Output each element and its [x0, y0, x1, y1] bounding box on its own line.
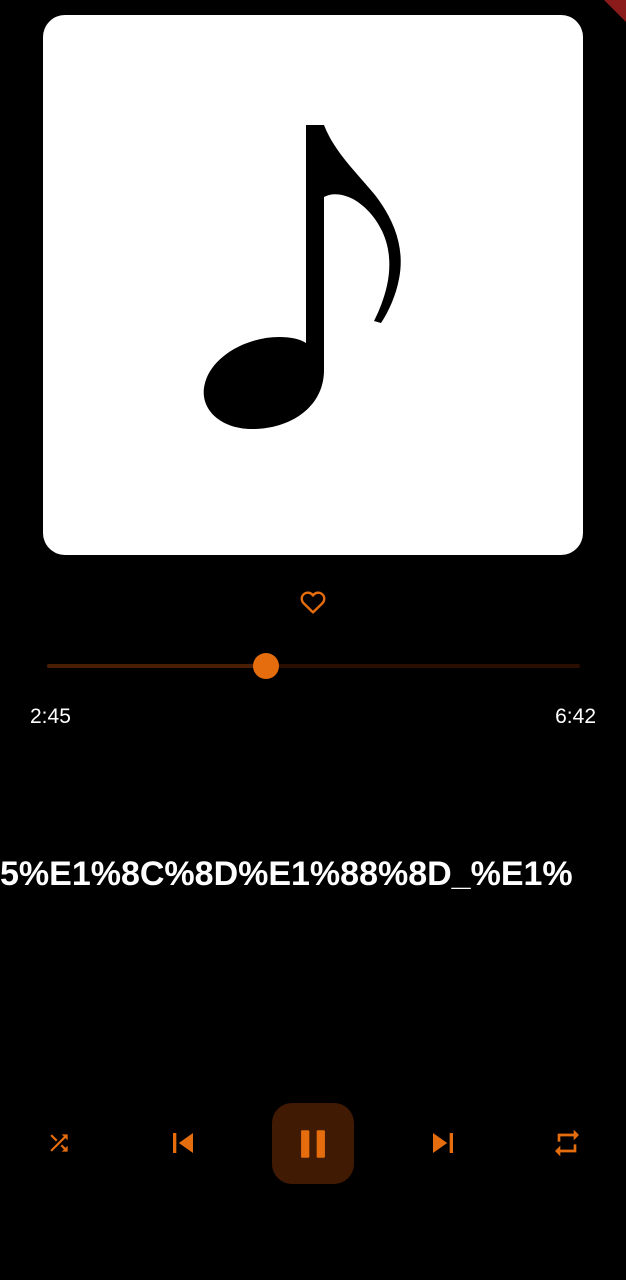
total-duration: 6:42: [555, 705, 596, 728]
skip-previous-icon: [173, 1133, 193, 1153]
corner-ribbon: [604, 0, 626, 22]
favorite-button[interactable]: [296, 585, 330, 619]
track-title-marquee: 5%E1%8C%8D%E1%88%8D_%E1%: [0, 852, 626, 896]
seek-bar[interactable]: [47, 650, 580, 682]
heart-outline-icon: [300, 591, 326, 614]
elapsed-time: 2:45: [30, 705, 71, 728]
track-title: 5%E1%8C%8D%E1%88%8D_%E1%: [0, 855, 573, 893]
repeat-icon: [555, 1129, 579, 1157]
pause-icon: [301, 1129, 325, 1158]
next-track-button[interactable]: [420, 1120, 466, 1166]
seek-thumb[interactable]: [252, 653, 279, 679]
music-note-icon: [203, 125, 401, 430]
shuffle-icon: [50, 1134, 68, 1152]
play-pause-button[interactable]: [272, 1103, 354, 1184]
skip-next-icon: [433, 1133, 453, 1153]
seek-progress-fill: [47, 664, 266, 668]
previous-track-button[interactable]: [160, 1120, 206, 1166]
repeat-button[interactable]: [546, 1123, 588, 1163]
shuffle-button[interactable]: [39, 1123, 79, 1163]
album-artwork: [43, 15, 583, 555]
